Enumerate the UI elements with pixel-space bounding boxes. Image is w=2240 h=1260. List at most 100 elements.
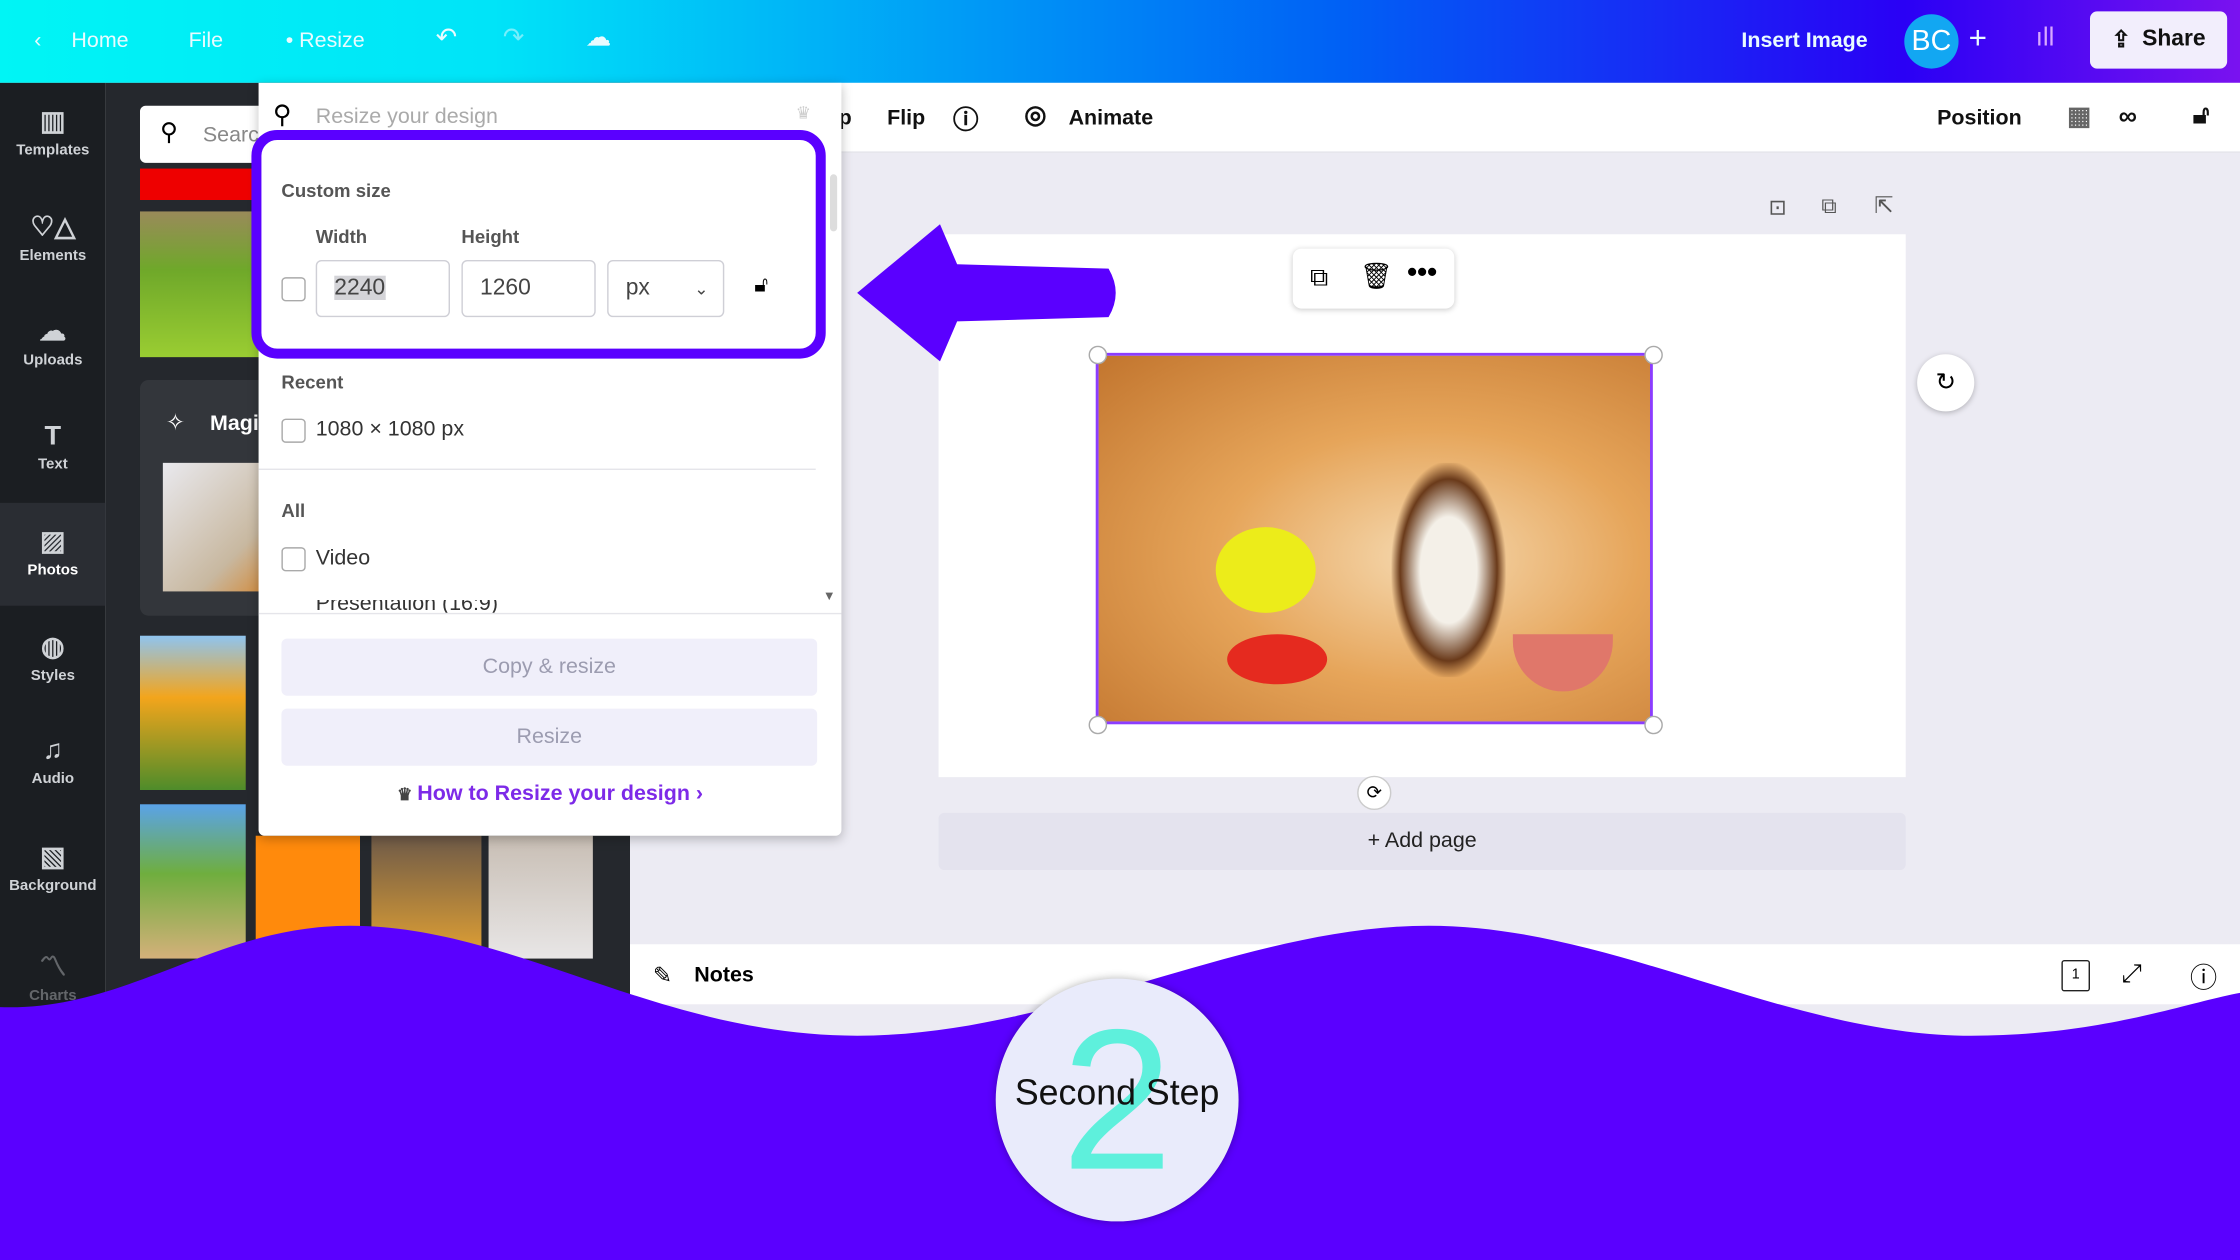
sparkle-icon: ✧ [165,411,185,436]
annotation-arrow [857,224,1116,362]
comment-icon: ↻ [1935,368,1956,396]
back-chevron-icon[interactable]: ‹ [34,29,41,53]
highlight-box [251,129,826,359]
resize-handle[interactable] [1644,345,1663,365]
photo-thumbnail[interactable] [139,211,269,358]
sidebar-item-text[interactable]: T Text [0,399,106,502]
text-icon: T [44,421,62,452]
palette-icon: ◍ [41,632,65,663]
help-resize-link[interactable]: ♛ How to Resize your design › [397,781,703,805]
search-icon: ⚲ [272,99,292,129]
top-bar: ‹ Home File • Resize ↶ ↷ ☁ Insert Image … [0,0,2240,83]
flowers [1215,527,1316,613]
cloud-saved-icon[interactable]: ☁ [586,23,612,53]
resize-button[interactable]: • Resize [286,29,365,53]
photos-icon: ▨ [40,527,66,558]
sidebar-label: Uploads [23,351,83,369]
video-checkbox[interactable] [281,547,306,572]
photo-thumbnail[interactable] [139,168,269,200]
resize-confirm-button[interactable]: Resize [281,708,818,766]
element-floating-toolbar: ⧉ 🗑︎ ••• [1292,248,1455,309]
help-link-label: How to Resize your design [417,781,690,806]
position-button[interactable]: Position [1937,106,2022,130]
transparency-icon[interactable]: ▦ [2067,101,2091,131]
resize-handle[interactable] [1644,715,1663,735]
avatar[interactable]: BC [1904,14,1959,69]
copy-resize-button[interactable]: Copy & resize [281,638,818,696]
add-page-button[interactable]: + Add page [938,812,1906,870]
animate-button[interactable]: Animate [1069,106,1154,130]
upload-icon: ☁ [39,317,67,348]
all-item-video[interactable]: Video [316,546,370,570]
all-item-presentation[interactable]: Presentation (16:9) [316,600,498,613]
upload-share-icon: ⇪ [2111,28,2131,53]
info-icon[interactable]: ⓘ [953,100,979,137]
sidebar-label: Photos [27,561,79,579]
trash-icon[interactable]: 🗑︎ [1360,261,1393,291]
templates-icon: ▥ [40,107,66,138]
lock-page-icon[interactable]: ⊡ [1769,194,1787,220]
magic-label: Magi [209,411,259,436]
background-icon: ▧ [40,842,66,873]
duplicate-page-icon[interactable]: ⧉ [1821,194,1836,218]
sidebar-item-elements[interactable]: ♡△ Elements [0,189,106,292]
link-icon[interactable]: ∞ [2119,101,2137,131]
sidebar-label: Background [9,877,97,895]
more-options-icon[interactable]: ••• [1407,257,1437,290]
insert-image-button[interactable]: Insert Image [1741,29,1867,53]
step-text: Second Step [1014,1072,1220,1113]
all-label: All [281,499,306,522]
recent-item[interactable]: 1080 × 1080 px [316,417,464,441]
red-bowl [1227,634,1328,685]
sidebar-item-audio[interactable]: ♫ Audio [0,713,106,816]
sidebar-item-styles[interactable]: ◍ Styles [0,609,106,712]
add-page-icon[interactable]: ⇱ [1874,191,1893,220]
undo-icon[interactable]: ↶ [436,23,458,53]
sidebar-item-templates[interactable]: ▥ Templates [0,83,106,186]
photo-thumbnail[interactable] [139,635,246,790]
search-icon: ⚲ [159,118,178,146]
context-toolbar: p Flip ⓘ ◎ Animate Position ▦ ∞ 🔓︎ [629,82,2240,153]
elements-icon: ♡△ [30,212,76,243]
sidebar-label: Styles [30,667,75,685]
insights-chart-icon[interactable]: ıll [2036,23,2055,53]
recent-label: Recent [281,371,344,393]
file-menu[interactable]: File [189,29,224,53]
duplicate-icon[interactable]: ⧉ [1310,263,1328,293]
share-button[interactable]: ⇪ Share [2089,11,2228,69]
rotate-handle[interactable]: ⟳ [1357,775,1392,810]
resize-label: Resize [299,28,365,53]
step-badge: 2 Second Step [995,978,1239,1222]
animate-icon: ◎ [1024,99,1047,129]
sidebar-item-photos[interactable]: ▨ Photos [0,502,106,606]
scroll-down-arrow[interactable]: ▼ [823,589,836,603]
crown-icon: ♛ [795,102,812,123]
sidebar-label: Templates [16,141,90,159]
recent-checkbox[interactable] [281,418,306,443]
home-button[interactable]: Home [71,29,128,53]
lock-icon[interactable]: 🔓︎ [2193,100,2210,130]
magic-section: ✧ Magi [139,379,269,616]
redo-icon[interactable]: ↷ [503,23,525,53]
arrow-shape [857,224,1116,362]
scrollbar[interactable] [829,174,838,232]
divider [258,468,816,470]
crown-icon: • [285,28,300,53]
cat-photo[interactable] [1095,352,1653,725]
photo-thumbnail[interactable] [162,462,269,592]
add-comment-button[interactable]: ↻ [1917,354,1975,412]
resize-search-input[interactable]: Resize your design [316,104,498,128]
sidebar-label: Elements [19,247,87,265]
sidebar-item-background[interactable]: ▧ Background [0,819,106,922]
search-placeholder: Searc [202,122,259,148]
add-collaborator-icon[interactable]: + [1969,20,1987,57]
divider [258,612,842,615]
flip-button[interactable]: Flip [887,106,925,130]
sidebar-label: Text [37,455,68,473]
resize-handle[interactable] [1088,715,1108,735]
share-label: Share [2142,27,2206,52]
crown-icon: ♛ [397,784,418,805]
clipped-list-item: Presentation (16:9) [259,600,816,613]
sidebar-item-uploads[interactable]: ☁ Uploads [0,293,106,396]
music-icon: ♫ [42,735,64,766]
